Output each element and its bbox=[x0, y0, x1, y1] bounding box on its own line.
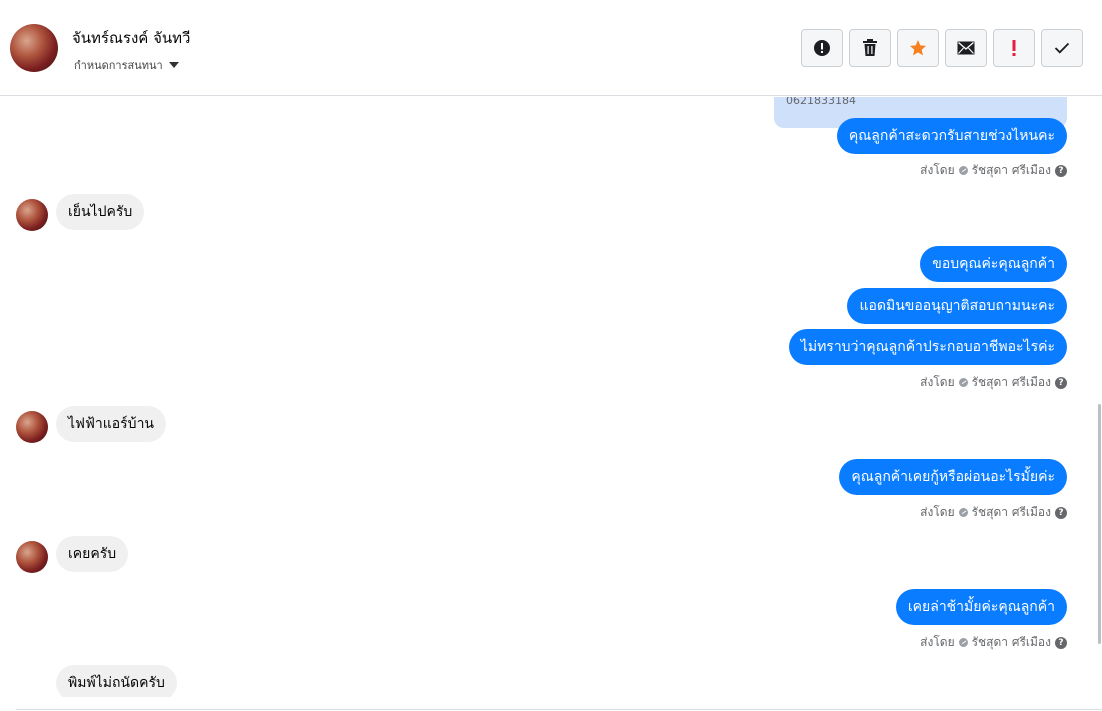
sent-by-prefix: ส่งโดย bbox=[920, 505, 955, 519]
trash-icon bbox=[863, 39, 877, 56]
sent-by-label: ส่งโดย รัชสุดา ศรีเมือง ? bbox=[920, 373, 1067, 392]
sent-by-name[interactable]: รัชสุดา ศรีเมือง bbox=[972, 161, 1051, 180]
card-phone-number: 0621833184 bbox=[786, 97, 856, 107]
sent-by-name[interactable]: รัชสุดา ศรีเมือง bbox=[972, 373, 1051, 392]
message-thread[interactable]: 0621833184 คุณลูกค้าสะดวกรับสายช่วงไหนคะ… bbox=[0, 97, 1102, 697]
message-bubble-in[interactable]: เย็นไปครับ bbox=[56, 194, 145, 230]
check-icon bbox=[1054, 42, 1070, 54]
contact-avatar-small bbox=[16, 411, 48, 443]
caret-down-icon bbox=[168, 62, 179, 68]
sent-by-name[interactable]: รัชสุดา ศรีเมือง bbox=[972, 633, 1051, 652]
mark-spam-button[interactable] bbox=[801, 29, 843, 67]
help-icon[interactable]: ? bbox=[1055, 376, 1067, 389]
conversation-toolbar bbox=[801, 29, 1083, 67]
conversation-header: จันทร์ณรงค์ จันทวี กำหนดการสนทนา bbox=[0, 0, 1102, 96]
message-bubble-out[interactable]: แอดมินขออนุญาติสอบถามนะคะ bbox=[847, 288, 1067, 324]
exclamation-icon bbox=[1012, 40, 1016, 56]
message-bubble-out[interactable]: เคยล่าช้ามั้ยค่ะคุณลูกค้า bbox=[895, 589, 1067, 625]
sent-by-label: ส่งโดย รัชสุดา ศรีเมือง ? bbox=[920, 503, 1067, 522]
assign-conversation-label: กำหนดการสนทนา bbox=[74, 59, 163, 72]
mark-unread-button[interactable] bbox=[945, 29, 987, 67]
sent-by-label: ส่งโดย รัชสุดา ศรีเมือง ? bbox=[920, 633, 1067, 652]
chat-scrollbar[interactable] bbox=[1098, 404, 1101, 644]
verified-icon bbox=[958, 378, 968, 387]
verified-icon bbox=[958, 638, 968, 647]
message-bubble-out[interactable]: ขอบคุณค่ะคุณลูกค้า bbox=[920, 246, 1067, 282]
help-icon[interactable]: ? bbox=[1055, 636, 1067, 649]
contact-avatar-small bbox=[16, 199, 48, 231]
message-bubble-in[interactable]: พิมพ์ไม่ถนัดครับ bbox=[56, 665, 177, 697]
star-button[interactable] bbox=[897, 29, 939, 67]
sent-by-prefix: ส่งโดย bbox=[920, 163, 955, 177]
sent-by-prefix: ส่งโดย bbox=[920, 635, 955, 649]
verified-icon bbox=[958, 166, 968, 175]
composer-divider bbox=[16, 709, 1102, 710]
message-bubble-out[interactable]: คุณลูกค้าเคยกู้หรือผ่อนอะไรมั้ยค่ะ bbox=[839, 459, 1067, 495]
spam-icon bbox=[814, 40, 830, 56]
delete-button[interactable] bbox=[849, 29, 891, 67]
message-bubble-out[interactable]: คุณลูกค้าสะดวกรับสายช่วงไหนคะ bbox=[836, 118, 1067, 154]
help-icon[interactable]: ? bbox=[1055, 164, 1067, 177]
contact-avatar[interactable] bbox=[10, 24, 58, 72]
message-bubble-out[interactable]: ไม่ทราบว่าคุณลูกค้าประกอบอาชีพอะไรค่ะ bbox=[788, 329, 1067, 365]
sent-by-label: ส่งโดย รัชสุดา ศรีเมือง ? bbox=[920, 161, 1067, 180]
message-bubble-in[interactable]: ไฟฟ้าแอร์บ้าน bbox=[56, 406, 166, 442]
sent-by-name[interactable]: รัชสุดา ศรีเมือง bbox=[972, 503, 1051, 522]
help-icon[interactable]: ? bbox=[1055, 506, 1067, 519]
star-icon bbox=[910, 40, 926, 56]
contact-name[interactable]: จันทร์ณรงค์ จันทวี bbox=[72, 26, 190, 50]
contact-avatar-small bbox=[16, 541, 48, 573]
sent-by-prefix: ส่งโดย bbox=[920, 375, 955, 389]
assign-conversation-dropdown[interactable]: กำหนดการสนทนา bbox=[74, 56, 179, 74]
mark-done-button[interactable] bbox=[1041, 29, 1083, 67]
verified-icon bbox=[958, 508, 968, 517]
message-bubble-in[interactable]: เคยครับ bbox=[56, 536, 129, 572]
mail-icon bbox=[957, 41, 975, 55]
follow-up-button[interactable] bbox=[993, 29, 1035, 67]
